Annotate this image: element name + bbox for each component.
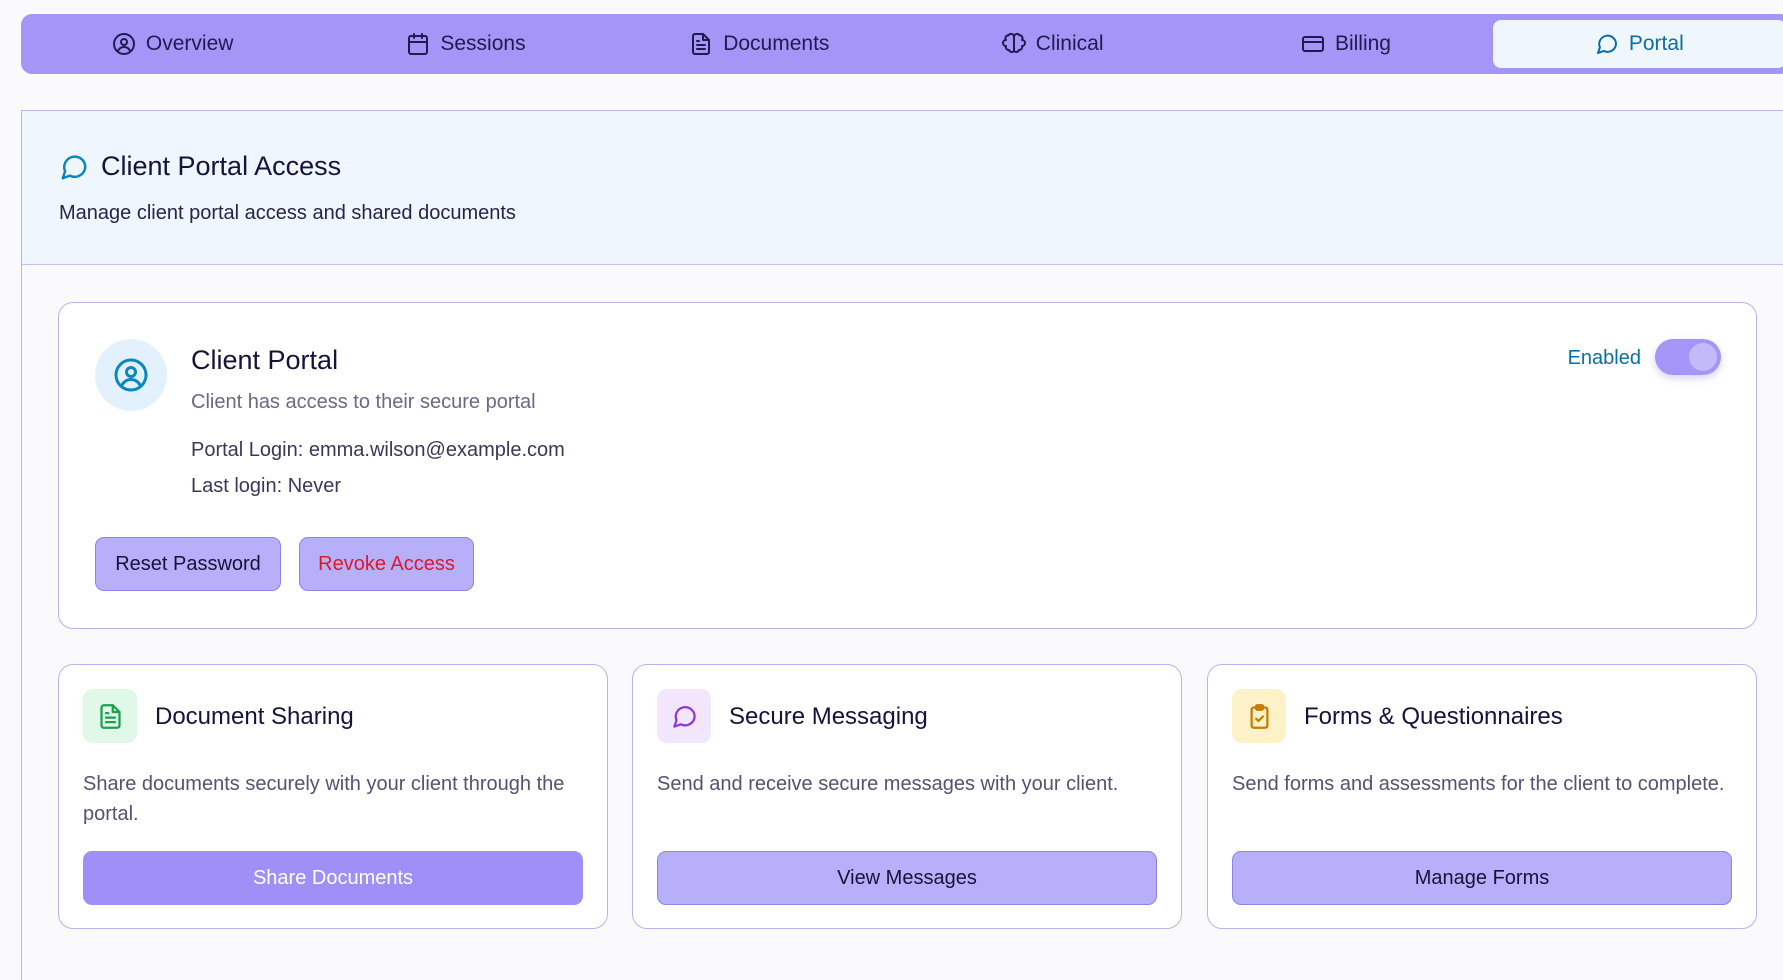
document-sharing-card: Document Sharing Share documents securel… — [58, 664, 608, 929]
page-subtitle: Manage client portal access and shared d… — [59, 202, 516, 224]
feature-description: Share documents securely with your clien… — [83, 773, 565, 825]
client-portal-card: Client Portal Client has access to their… — [58, 302, 1757, 629]
portal-status-label: Enabled — [1567, 347, 1641, 369]
user-circle-icon — [114, 358, 148, 392]
secure-messaging-card: Secure Messaging Send and receive secure… — [632, 664, 1182, 929]
toggle-knob — [1689, 343, 1717, 371]
tab-portal[interactable]: Portal — [1492, 20, 1783, 68]
user-circle-icon — [112, 33, 135, 55]
credit-card-icon — [1301, 36, 1324, 52]
tab-documents[interactable]: Documents — [613, 20, 906, 68]
feature-title: Secure Messaging — [729, 703, 928, 730]
file-text-icon — [83, 689, 137, 743]
portal-login: Portal Login: emma.wilson@example.com — [191, 439, 565, 461]
tab-bar: Overview Sessions Documents Clinical Bil… — [21, 14, 1783, 74]
tab-label: Billing — [1334, 32, 1391, 55]
tab-overview[interactable]: Overview — [26, 20, 319, 68]
portal-title: Client Portal — [191, 345, 339, 375]
share-documents-button[interactable]: Share Documents — [83, 851, 583, 905]
message-circle-icon — [657, 689, 711, 743]
portal-subtitle: Client has access to their secure portal — [191, 391, 536, 413]
tab-label: Overview — [145, 32, 234, 55]
calendar-icon — [408, 33, 429, 55]
portal-enabled-toggle[interactable] — [1655, 339, 1721, 375]
tab-label: Portal — [1628, 32, 1684, 55]
tab-clinical[interactable]: Clinical — [906, 20, 1199, 68]
clipboard-check-icon — [1232, 689, 1286, 743]
feature-description: Send and receive secure messages with yo… — [657, 773, 1119, 795]
tab-sessions[interactable]: Sessions — [319, 20, 612, 68]
manage-forms-button[interactable]: Manage Forms — [1232, 851, 1732, 905]
revoke-access-button[interactable]: Revoke Access — [299, 537, 474, 591]
page-title: Client Portal Access — [59, 151, 1783, 182]
message-circle-icon — [1596, 34, 1617, 54]
tab-label: Documents — [723, 32, 830, 55]
reset-password-button[interactable]: Reset Password — [95, 537, 281, 591]
portal-panel: Client Portal Access Manage client porta… — [21, 110, 1783, 980]
view-messages-button[interactable]: View Messages — [657, 851, 1157, 905]
feature-title: Document Sharing — [155, 703, 354, 730]
tab-billing[interactable]: Billing — [1199, 20, 1492, 68]
avatar — [95, 339, 167, 411]
feature-title: Forms & Questionnaires — [1304, 703, 1563, 730]
last-login: Last login: Never — [191, 475, 342, 497]
message-circle-icon — [61, 154, 87, 179]
tab-label: Sessions — [440, 32, 526, 55]
feature-description: Send forms and assessments for the clien… — [1232, 773, 1725, 795]
tab-label: Clinical — [1035, 32, 1104, 55]
document-icon — [692, 33, 711, 55]
panel-header: Client Portal Access Manage client porta… — [22, 111, 1783, 265]
page-title-text: Client Portal Access — [101, 151, 342, 181]
forms-questionnaires-card: Forms & Questionnaires Send forms and as… — [1207, 664, 1757, 929]
brain-icon — [1001, 32, 1026, 53]
